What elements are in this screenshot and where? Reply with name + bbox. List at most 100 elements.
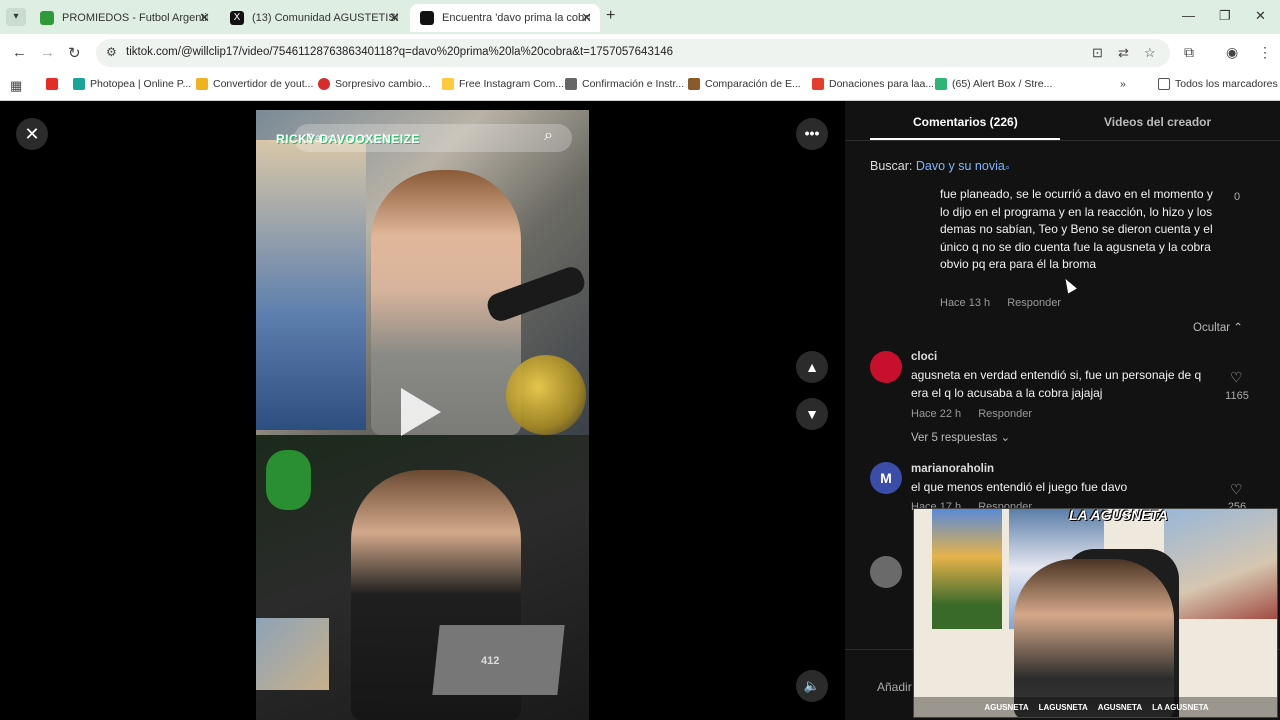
more-options-button[interactable]: •••: [796, 118, 828, 150]
bookmark-comparacion[interactable]: Comparación de E...: [688, 78, 801, 90]
view-replies-button[interactable]: Ver 5 respuestas ⌄: [911, 430, 1010, 444]
close-icon[interactable]: ✕: [389, 10, 400, 26]
close-viewer-button[interactable]: ✕: [16, 118, 48, 150]
ball-logo: [506, 355, 586, 435]
inset-thumbnail: [256, 618, 329, 690]
instagram-handle: AGUSNETA: [984, 702, 1029, 712]
news-icon: [318, 78, 330, 90]
new-tab-icon[interactable]: +: [606, 7, 615, 25]
close-icon[interactable]: ✕: [581, 10, 592, 26]
bookmark-photopea[interactable]: Photopea | Online P...: [73, 78, 191, 90]
bookmark-confirmacion[interactable]: Confirmación e Instr...: [565, 78, 684, 90]
panel-tabs: Comentarios (226) Videos del creador: [845, 101, 1280, 141]
social-handles: AGUSNETA LAGUSNETA AGUSNETA LA AGUSNETA: [914, 697, 1277, 717]
comment-text: el que menos entendió el juego fue davo: [911, 480, 1128, 494]
streamer-webcam: [1014, 559, 1174, 717]
play-icon[interactable]: [401, 388, 441, 436]
previous-video-button[interactable]: ▲: [796, 351, 828, 383]
minimize-icon[interactable]: —: [1182, 8, 1195, 23]
search-icon[interactable]: ⌕: [544, 127, 553, 145]
link-icon: [565, 78, 577, 90]
instagram-tool-icon: [442, 78, 454, 90]
stadium-poster: [932, 509, 1002, 629]
close-icon[interactable]: ✕: [199, 10, 210, 26]
back-icon[interactable]: ←: [12, 44, 27, 61]
comment-username[interactable]: marianoraholin: [911, 463, 994, 475]
streamlabs-icon: [935, 78, 947, 90]
like-count: 1165: [1225, 390, 1249, 402]
add-comment-input[interactable]: Añadir: [877, 680, 912, 694]
laptop-sticker: 412: [481, 655, 500, 667]
folder-icon: [196, 78, 208, 90]
avatar[interactable]: [870, 556, 902, 588]
avatar[interactable]: M: [870, 462, 902, 494]
like-count: 0: [1233, 191, 1241, 203]
related-search-link[interactable]: Davo y su novia: [916, 159, 1005, 173]
related-search[interactable]: Buscar: Davo y su novia⌕: [870, 159, 1010, 173]
profile-icon[interactable]: ◉: [1226, 44, 1238, 61]
maradona-poster: [256, 140, 366, 430]
photopea-icon: [73, 78, 85, 90]
folder-icon: [1158, 78, 1170, 90]
bookmark-star-icon[interactable]: ☆: [1144, 45, 1156, 61]
tiktok-handle: AGUSNETA: [1097, 702, 1143, 712]
menu-kebab-icon[interactable]: ⋮: [1258, 44, 1272, 61]
reply-button[interactable]: Responder: [1007, 297, 1061, 309]
bookmark-donaciones[interactable]: Donaciones para laa...: [812, 78, 934, 90]
active-tab-indicator: [870, 138, 1060, 140]
x-handle: LAGUSNETA: [1038, 702, 1088, 712]
comment-text: agusneta en verdad entendió si, fue un p…: [911, 368, 1202, 400]
apps-grid-icon[interactable]: ▦: [10, 78, 22, 94]
webcam-overlay: LA AGUSNETA AGUSNETA LAGUSNETA AGUSNETA …: [913, 508, 1278, 718]
heart-icon[interactable]: ♡: [1230, 369, 1243, 386]
video-caption: RICKY DAVOOXENEIZE: [276, 132, 420, 146]
address-bar[interactable]: ⚙ tiktok.com/@willclip17/video/754611287…: [96, 39, 1170, 67]
bookmarks-bar: ▦ Photopea | Online P... Convertidor de …: [0, 71, 1280, 101]
channel-logo: LA AGUSNETA: [1069, 508, 1169, 523]
bookmark-convertidor[interactable]: Convertidor de yout...: [196, 78, 313, 90]
bookmark-sorpresivo[interactable]: Sorpresivo cambio...: [318, 78, 431, 90]
tiktok-favicon-icon: [420, 11, 434, 25]
avatar[interactable]: [870, 351, 902, 383]
reload-icon[interactable]: ↻: [68, 44, 81, 62]
tab-comments[interactable]: Comentarios (226): [913, 115, 1018, 129]
x-favicon-icon: X: [230, 11, 244, 25]
chevron-down-icon: ⌄: [1000, 432, 1011, 444]
promiedos-favicon-icon: [40, 11, 54, 25]
site-icon: [688, 78, 700, 90]
chevron-up-icon: ⌃: [1233, 322, 1243, 334]
tab-comunidad[interactable]: X (13) Comunidad AGUSTETISMO ✕: [220, 4, 408, 32]
search-icon: ⌕: [1004, 162, 1010, 172]
youtube-icon: [46, 78, 58, 90]
bookmark-youtube[interactable]: [46, 78, 63, 90]
bookmark-instagram[interactable]: Free Instagram Com...: [442, 78, 564, 90]
site-info-icon[interactable]: ⚙: [106, 45, 117, 59]
comment-meta: Hace 22 h Responder: [911, 408, 1033, 420]
reply-comment-meta: Hace 13 h Responder: [940, 297, 1062, 309]
hide-replies-button[interactable]: Ocultar ⌃: [1193, 320, 1243, 334]
tab-search-button[interactable]: ▾: [6, 8, 26, 26]
tab-promiedos[interactable]: PROMIEDOS - Futbol Argentino ✕: [30, 4, 218, 32]
video-player[interactable]: 412 Davo y su novia ⌕ RICKY DAVOOXENEIZE: [256, 110, 589, 720]
reply-comment-text: fue planeado, se le ocurrió a davo en el…: [940, 187, 1213, 271]
volume-button[interactable]: 🔈: [796, 670, 828, 702]
restore-icon[interactable]: ❐: [1219, 8, 1231, 24]
window-close-icon[interactable]: ✕: [1255, 8, 1266, 24]
more-bookmarks-icon[interactable]: »: [1120, 78, 1126, 90]
bookmark-alert-box[interactable]: (65) Alert Box / Stre...: [935, 78, 1052, 90]
translate-icon[interactable]: ⇄: [1118, 45, 1129, 61]
reply-button[interactable]: Responder: [978, 408, 1032, 420]
tab-tiktok[interactable]: Encuentra 'davo prima la cobra' ✕: [410, 4, 600, 32]
extensions-icon[interactable]: ⧉: [1184, 44, 1194, 61]
install-app-icon[interactable]: ⊡: [1092, 45, 1103, 61]
forward-icon[interactable]: →: [40, 44, 55, 61]
url-text[interactable]: tiktok.com/@willclip17/video/75461128763…: [126, 46, 673, 58]
comment-username[interactable]: cloci: [911, 351, 937, 363]
wall-poster: [1164, 509, 1277, 619]
heart-icon[interactable]: ♡: [1230, 481, 1243, 498]
all-bookmarks-folder[interactable]: Todos los marcadores: [1158, 78, 1278, 90]
donation-icon: [812, 78, 824, 90]
next-video-button[interactable]: ▼: [796, 398, 828, 430]
browser-chrome: ▾ PROMIEDOS - Futbol Argentino ✕ X (13) …: [0, 0, 1280, 101]
tab-creator-videos[interactable]: Videos del creador: [1104, 115, 1211, 129]
